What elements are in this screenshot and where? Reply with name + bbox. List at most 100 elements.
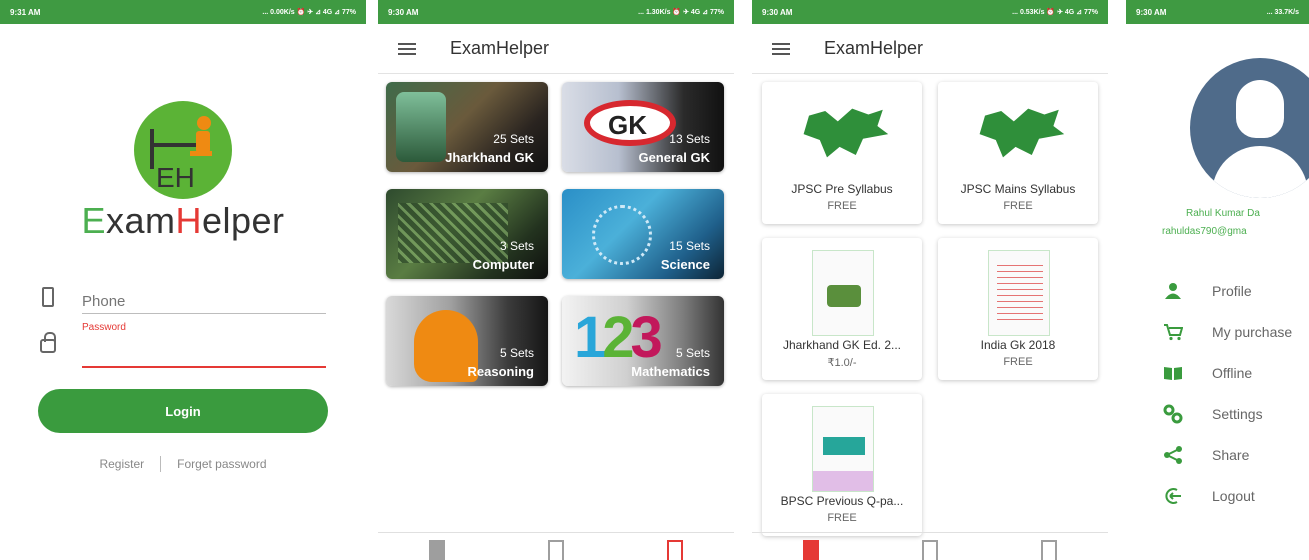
category-sets: 15 Sets (669, 239, 710, 253)
status-time: 9:30 AM (1136, 7, 1167, 17)
gk-logo-image: GK (584, 100, 676, 146)
category-sets: 13 Sets (669, 132, 710, 146)
item-name: JPSC Mains Syllabus (960, 182, 1076, 196)
menu-item-settings[interactable]: Settings (1162, 393, 1292, 434)
drawer-menu: Profile My purchase Offline Settings Sha… (1162, 270, 1292, 516)
menu-item-my-purchase[interactable]: My purchase (1162, 311, 1292, 352)
menu-item-share[interactable]: Share (1162, 434, 1292, 475)
category-card-science[interactable]: 15 Sets Science (562, 189, 724, 279)
category-card-mathematics[interactable]: 123 5 Sets Mathematics (562, 296, 724, 386)
store-item-bpsc[interactable]: BPSC Previous Q-pa... FREE (762, 394, 922, 536)
math-digit-three: 3 (630, 305, 663, 370)
book-cover-image (988, 250, 1050, 336)
bottom-navigation (378, 532, 734, 560)
category-name: Science (660, 257, 710, 272)
status-info: ... 0.53K/s ⏰ ✈ 4G ⊿ 77% (1012, 9, 1098, 16)
tests-tab-icon[interactable] (1040, 540, 1057, 560)
home-tab-icon[interactable] (429, 540, 446, 560)
menu-label: Settings (1212, 405, 1263, 422)
store-item-jharkhand-gk[interactable]: Jharkhand GK Ed. 2... ₹1.0/- (762, 238, 922, 380)
phone-input[interactable] (82, 290, 326, 314)
menu-item-profile[interactable]: Profile (1162, 270, 1292, 311)
password-label: Password (82, 322, 126, 333)
status-time: 9:30 AM (388, 7, 419, 17)
item-name: Jharkhand GK Ed. 2... (782, 338, 902, 352)
menu-item-offline[interactable]: Offline (1162, 352, 1292, 393)
jharkhand-map-icon (979, 108, 1065, 158)
category-grid: 25 Sets Jharkhand GK GK 13 Sets General … (386, 82, 726, 386)
category-name: Jharkhand GK (445, 150, 534, 165)
menu-label: My purchase (1212, 323, 1293, 340)
cart-icon (1162, 321, 1184, 343)
login-button[interactable]: Login (38, 389, 328, 433)
app-name-xam: xam (105, 200, 176, 241)
category-card-reasoning[interactable]: 5 Sets Reasoning (386, 296, 548, 386)
status-info: ... 1.30K/s ⏰ ✈ 4G ⊿ 77% (638, 9, 724, 16)
app-title: ExamHelper (450, 38, 550, 58)
app-name: ExamHelper (0, 200, 366, 242)
app-name-elper: elper (201, 200, 285, 241)
app-bar: ExamHelper (752, 24, 1108, 74)
category-sets: 25 Sets (493, 132, 534, 146)
link-divider (160, 456, 162, 472)
categories-screen: 9:30 AM ... 1.30K/s ⏰ ✈ 4G ⊿ 77% ExamHel… (378, 0, 734, 560)
item-price: ₹1.0/- (827, 357, 857, 369)
menu-label: Offline (1212, 364, 1253, 381)
logo-initials: EH (156, 162, 195, 193)
category-sets: 5 Sets (675, 346, 710, 360)
item-name: JPSC Pre Syllabus (791, 182, 893, 196)
gk-logo-text: GK (608, 110, 647, 140)
category-card-jharkhand-gk[interactable]: 25 Sets Jharkhand GK (386, 82, 548, 172)
menu-label: Logout (1212, 487, 1255, 504)
store-item-jpsc-mains[interactable]: JPSC Mains Syllabus FREE (938, 82, 1098, 224)
item-price: FREE (827, 512, 857, 524)
person-icon (1162, 280, 1184, 302)
store-item-jpsc-pre[interactable]: JPSC Pre Syllabus FREE (762, 82, 922, 224)
app-title: ExamHelper (824, 38, 924, 58)
status-bar: 9:30 AM ... 33.7K/s (1126, 0, 1309, 24)
category-name: Computer (472, 257, 534, 272)
hamburger-menu-icon[interactable] (772, 42, 790, 55)
menu-item-logout[interactable]: Logout (1162, 475, 1292, 516)
item-price: FREE (1003, 356, 1033, 368)
settings-icon (1162, 403, 1184, 425)
home-tab-icon[interactable] (803, 540, 820, 560)
status-bar: 9:30 AM ... 0.53K/s ⏰ ✈ 4G ⊿ 77% (752, 0, 1108, 24)
status-bar: 9:30 AM ... 1.30K/s ⏰ ✈ 4G ⊿ 77% (378, 0, 734, 24)
item-name: BPSC Previous Q-pa... (780, 494, 904, 508)
jharkhand-map-icon (803, 108, 889, 158)
hamburger-menu-icon[interactable] (398, 42, 416, 55)
category-card-general-gk[interactable]: GK 13 Sets General GK (562, 82, 724, 172)
waterfall-image (396, 92, 446, 162)
category-card-computer[interactable]: 3 Sets Computer (386, 189, 548, 279)
drawer-screen: 9:30 AM ... 33.7K/s Rahul Kumar Da rahul… (1126, 0, 1309, 560)
menu-label: Share (1212, 446, 1250, 463)
avatar[interactable] (1190, 58, 1309, 198)
register-link[interactable]: Register (99, 457, 144, 471)
category-name: Reasoning (467, 364, 534, 379)
status-info: ... 33.7K/s (1266, 8, 1299, 16)
math-digit-two: 2 (602, 305, 634, 370)
store-screen: 9:30 AM ... 0.53K/s ⏰ ✈ 4G ⊿ 77% ExamHel… (752, 0, 1108, 560)
book-icon (1162, 362, 1184, 384)
documents-tab-icon[interactable] (921, 540, 938, 560)
category-sets: 3 Sets (499, 239, 534, 253)
bottom-navigation (752, 532, 1108, 560)
status-time: 9:30 AM (762, 7, 793, 17)
logout-icon (1162, 485, 1184, 507)
store-grid: JPSC Pre Syllabus FREE JPSC Mains Syllab… (762, 82, 1102, 536)
documents-tab-icon[interactable] (547, 540, 564, 560)
forget-password-link[interactable]: Forget password (177, 457, 266, 471)
password-input[interactable] (82, 338, 326, 368)
menu-label: Profile (1212, 282, 1252, 299)
lock-icon (40, 332, 56, 353)
app-name-e: E (81, 200, 106, 241)
app-logo: EH (134, 101, 232, 199)
category-sets: 5 Sets (499, 346, 534, 360)
desk-person-icon: EH (150, 116, 212, 193)
store-item-india-gk[interactable]: India Gk 2018 FREE (938, 238, 1098, 380)
tests-tab-icon[interactable] (666, 540, 683, 560)
app-name-h: H (175, 200, 202, 241)
status-time: 9:31 AM (10, 7, 41, 17)
item-price: FREE (1003, 200, 1033, 212)
